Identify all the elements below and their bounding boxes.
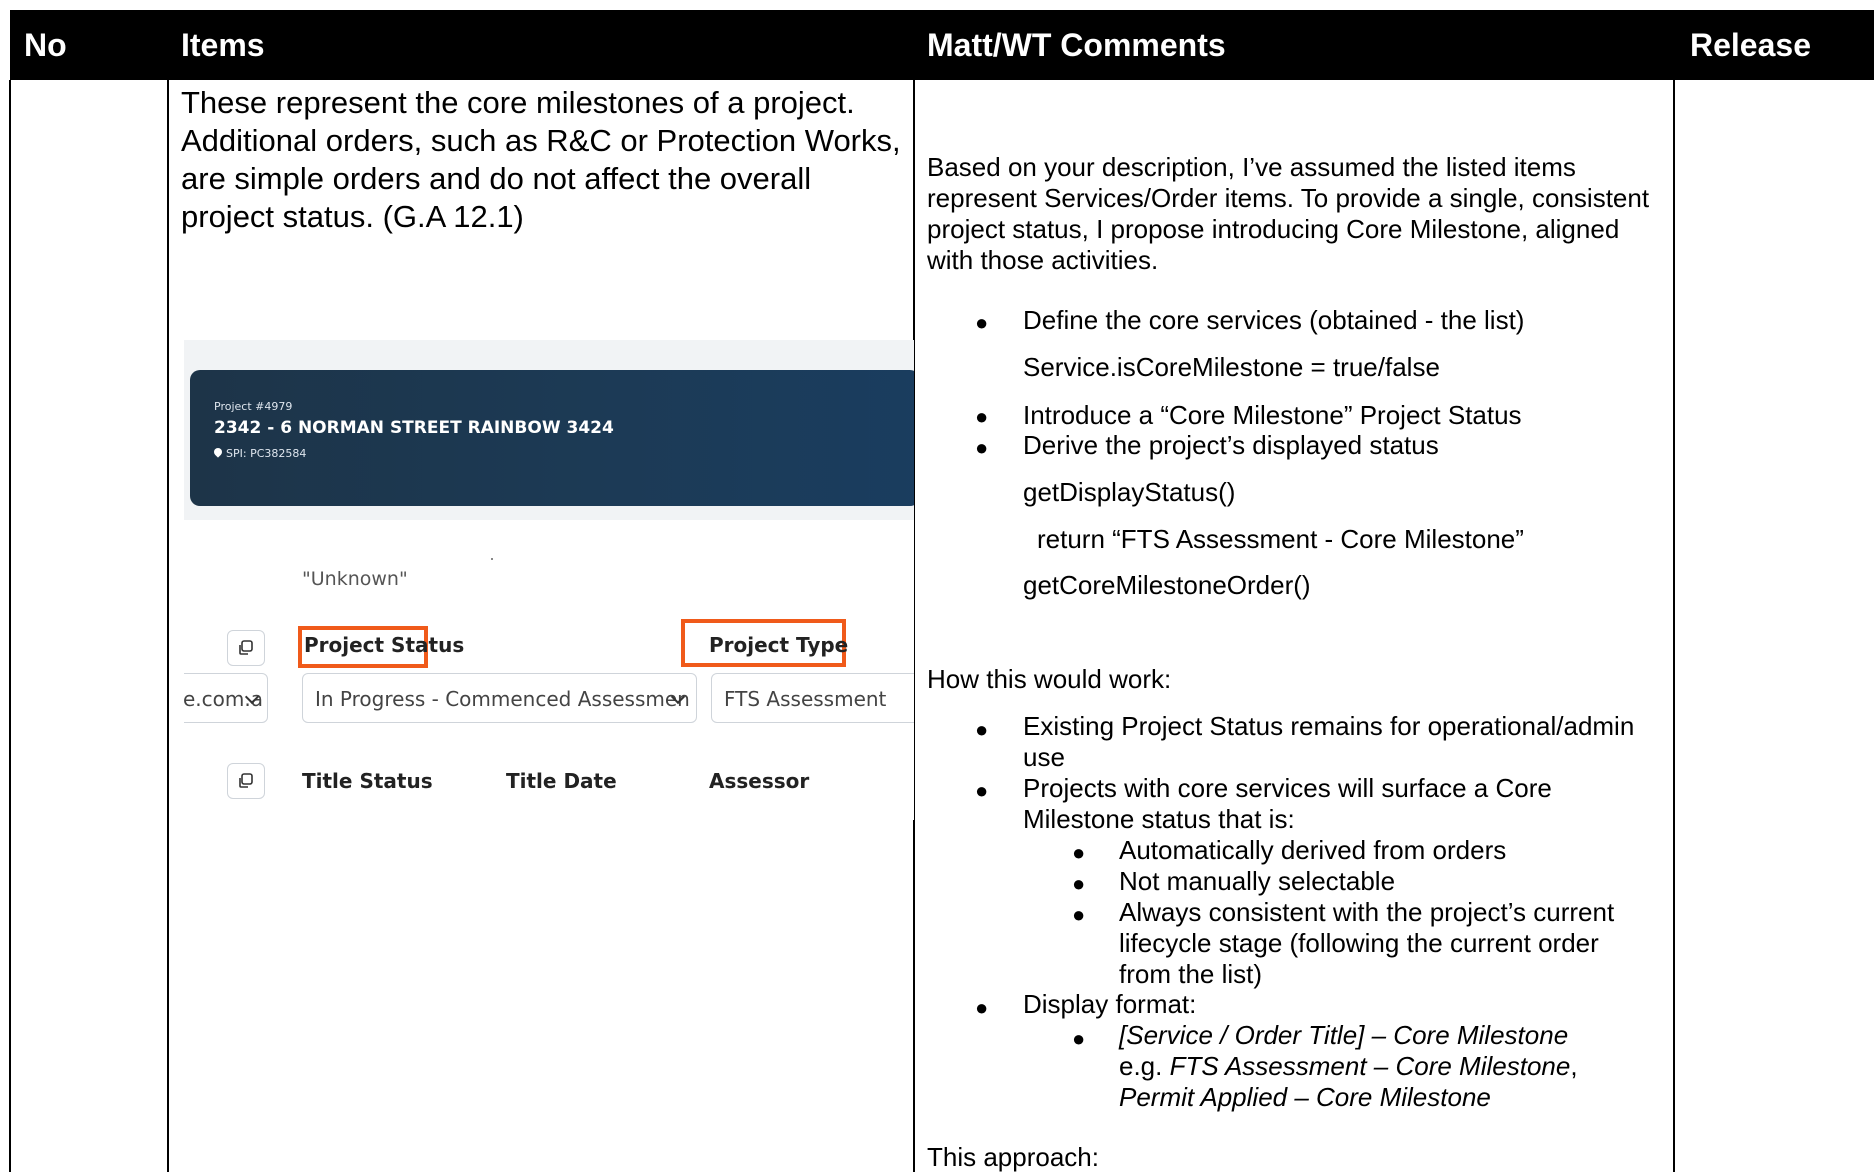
- column-border: [1673, 80, 1675, 1172]
- comment-bullet: Display format:: [1023, 989, 1197, 1019]
- column-border: [167, 80, 169, 1172]
- bullet-icon: ●: [975, 310, 989, 335]
- header-no: No: [24, 27, 67, 63]
- project-type-field[interactable]: FTS Assessment: [711, 673, 914, 723]
- comment-bullet: Define the core services (obtained - the…: [1023, 305, 1525, 335]
- bullet-icon: ●: [1072, 871, 1086, 896]
- comment-intro: Based on your description, I’ve assumed …: [927, 152, 1650, 275]
- display-format-examples: e.g. FTS Assessment – Core Milestone,: [1119, 1051, 1664, 1082]
- copy-icon: [239, 773, 253, 788]
- comment-subbullet: Always consistent with the project’s cur…: [1119, 897, 1615, 989]
- project-status-label: Project Status: [304, 633, 465, 657]
- example-1: FTS Assessment – Core Milestone: [1169, 1051, 1571, 1081]
- comment-subbullet: Automatically derived from orders: [1119, 835, 1507, 865]
- project-spi: SPI: PC382584: [212, 446, 307, 460]
- comment-code: Service.isCoreMilestone = true/false: [1023, 352, 1440, 382]
- bullet-icon: ●: [1072, 902, 1086, 927]
- project-number: Project #4979: [214, 400, 293, 413]
- project-banner: Project #4979 2342 - 6 NORMAN STREET RAI…: [190, 370, 914, 506]
- comment-bullet: Derive the project’s displayed status: [1023, 430, 1439, 460]
- copy-button[interactable]: [227, 763, 265, 799]
- embedded-screenshot: Project #4979 2342 - 6 NORMAN STREET RAI…: [184, 340, 914, 820]
- comment-subbullet: Not manually selectable: [1119, 866, 1396, 896]
- bullet-icon: ●: [975, 778, 989, 803]
- comment-heading: How this would work:: [927, 664, 1172, 694]
- comment-bullet: Projects with core services will surface…: [1023, 773, 1552, 834]
- bullet-icon: ●: [975, 404, 989, 429]
- comment-code: getDisplayStatus(): [1023, 477, 1236, 507]
- dot-mark: [491, 558, 493, 560]
- comment-heading: This approach:: [927, 1142, 1099, 1172]
- assessor-label: Assessor: [709, 769, 810, 793]
- comment-code: return “FTS Assessment - Core Milestone”: [1037, 524, 1524, 554]
- eg-prefix: e.g.: [1119, 1051, 1170, 1081]
- comment-code: getCoreMilestoneOrder(): [1023, 570, 1311, 600]
- copy-button[interactable]: [227, 630, 265, 666]
- project-address: 2342 - 6 NORMAN STREET RAINBOW 3424: [214, 418, 614, 438]
- project-status-select[interactable]: In Progress - Commenced Assessmen: [302, 673, 697, 723]
- items-description: These represent the core milestones of a…: [181, 85, 901, 234]
- header-release: Release: [1690, 27, 1811, 63]
- bullet-icon: ●: [1072, 840, 1086, 865]
- display-format: [Service / Order Title] – Core Milestone: [1119, 1020, 1569, 1050]
- project-type-label: Project Type: [709, 633, 849, 657]
- project-type-value: FTS Assessment: [724, 687, 887, 711]
- comment-bullet: Existing Project Status remains for oper…: [1023, 711, 1635, 772]
- bullet-icon: ●: [975, 435, 989, 460]
- bullet-icon: ●: [975, 717, 989, 742]
- header-comments: Matt/WT Comments: [927, 27, 1226, 63]
- location-pin-icon: [212, 446, 224, 458]
- bullet-icon: ●: [1072, 1026, 1086, 1051]
- comment-bullet: Introduce a “Core Milestone” Project Sta…: [1023, 400, 1522, 430]
- project-status-value: In Progress - Commenced Assessmen: [315, 687, 690, 711]
- spi-value: SPI: PC382584: [226, 447, 307, 460]
- title-date-label: Title Date: [506, 769, 617, 793]
- copy-icon: [239, 640, 253, 655]
- bullet-icon: ●: [975, 995, 989, 1020]
- column-border: [9, 80, 11, 1172]
- unknown-value: "Unknown": [302, 568, 408, 590]
- eg-separator: ,: [1570, 1051, 1578, 1081]
- header-items: Items: [181, 27, 265, 63]
- title-status-label: Title Status: [302, 769, 433, 793]
- example-2: Permit Applied – Core Milestone: [1119, 1082, 1491, 1112]
- table-header: No Items Matt/WT Comments Release: [10, 10, 1874, 80]
